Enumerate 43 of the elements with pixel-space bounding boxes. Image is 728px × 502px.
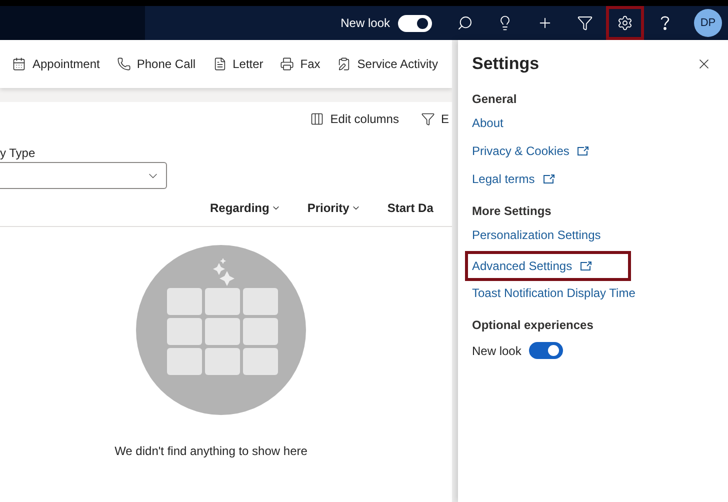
settings-link[interactable]: Toast Notification Display Time xyxy=(472,286,636,300)
columns-icon xyxy=(310,112,324,126)
command-button[interactable]: Letter xyxy=(212,57,264,71)
new-look-label: New look xyxy=(340,16,390,30)
panel-title: Settings xyxy=(472,54,540,74)
filter-label: y Type xyxy=(0,146,36,160)
settings-link[interactable]: Personalization Settings xyxy=(472,228,601,242)
command-button[interactable]: Appointment xyxy=(12,57,100,71)
calendar-icon xyxy=(12,57,26,71)
section-heading: More Settings xyxy=(472,204,552,218)
clipboard-icon xyxy=(337,57,352,71)
external-link-icon xyxy=(580,261,592,271)
section-heading: Optional experiences xyxy=(472,318,594,332)
settings-link[interactable]: Legal terms xyxy=(472,172,555,186)
column-header[interactable]: Regarding xyxy=(210,200,282,214)
printer-icon xyxy=(280,57,294,71)
filter-icon xyxy=(420,112,435,126)
column-header[interactable]: Priority xyxy=(307,200,362,214)
external-link-icon xyxy=(542,174,555,184)
command-button[interactable]: Phone Call xyxy=(116,57,196,71)
search-icon xyxy=(457,15,473,31)
section-heading: General xyxy=(472,92,518,106)
settings-button[interactable] xyxy=(606,6,644,40)
settings-icon xyxy=(617,15,633,31)
plus-icon xyxy=(537,15,553,31)
filter-icon xyxy=(577,15,593,31)
view-button[interactable]: Edit columns xyxy=(310,112,399,126)
toggle-label: New look xyxy=(472,344,522,358)
empty-message: We didn't find anything to show here xyxy=(114,444,308,458)
settings-link[interactable]: Privacy & Cookies xyxy=(472,144,590,158)
phone-icon xyxy=(116,57,131,71)
external-link-icon xyxy=(577,146,590,156)
user-avatar[interactable]: DP xyxy=(694,9,722,37)
command-button[interactable]: Fax xyxy=(280,57,320,71)
type-dropdown[interactable] xyxy=(0,162,167,189)
new-look-toggle[interactable] xyxy=(529,342,564,359)
settings-link[interactable]: Advanced Settings xyxy=(465,251,632,281)
settings-link[interactable]: About xyxy=(472,116,504,130)
document-icon xyxy=(212,57,227,71)
help-icon xyxy=(660,15,670,31)
view-button[interactable]: E xyxy=(420,112,449,126)
command-button[interactable]: Service Activity xyxy=(337,57,438,71)
column-header[interactable]: Start Da xyxy=(387,200,434,214)
